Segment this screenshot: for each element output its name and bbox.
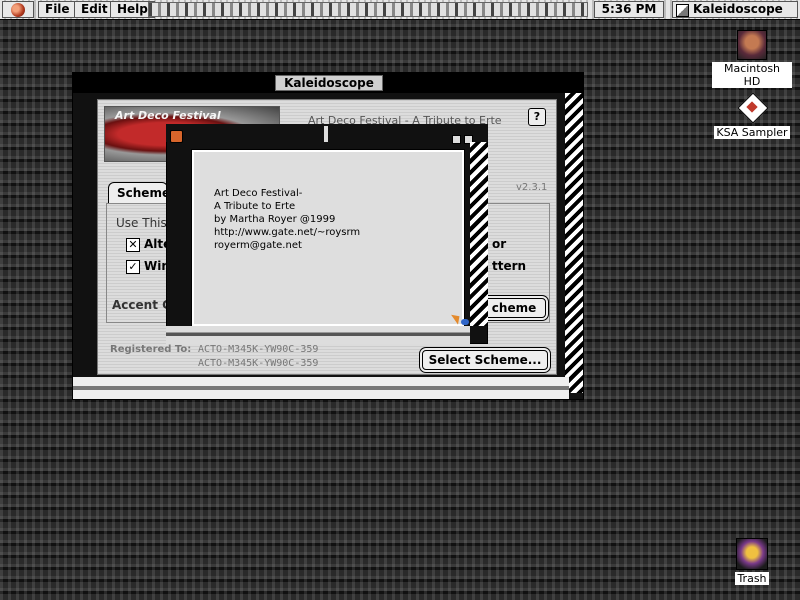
version-label: v2.3.1 xyxy=(516,182,548,193)
window-bottom-frame xyxy=(73,377,569,399)
about-title-bar[interactable] xyxy=(166,124,488,144)
tab-scheme[interactable]: Scheme xyxy=(108,182,170,204)
trash-icon xyxy=(736,538,768,570)
banner-text: Art Deco Festival xyxy=(115,109,221,122)
about-line-email: royerm@gate.net xyxy=(214,240,302,251)
menu-bar: File Edit Help 5:36 PM Kaleidoscope xyxy=(0,0,800,20)
desktop-icon-label: KSA Sampler xyxy=(714,126,790,139)
application-menu[interactable]: Kaleidoscope xyxy=(672,1,798,18)
menubar-clock[interactable]: 5:36 PM xyxy=(594,1,664,18)
checkbox-alternate[interactable]: ✕ xyxy=(126,238,140,252)
menu-file[interactable]: File xyxy=(38,1,77,18)
drag-handle[interactable] xyxy=(324,126,328,142)
application-icon xyxy=(676,4,689,17)
desktop-icon-trash[interactable]: Trash xyxy=(712,538,792,585)
scheme-button[interactable]: cheme xyxy=(482,298,546,318)
zoom-box-icon[interactable] xyxy=(452,135,461,144)
cursor-accent xyxy=(461,319,469,325)
checkbox-window[interactable]: ✓ xyxy=(126,260,140,274)
about-dialog: Art Deco Festival- A Tribute to Erte by … xyxy=(166,124,488,344)
about-line-title: Art Deco Festival- xyxy=(214,188,303,199)
about-line-author: by Martha Royer @1999 xyxy=(214,214,336,225)
desktop-icon-macintosh-hd[interactable]: Macintosh HD xyxy=(712,30,792,88)
option-label-pattern: ttern xyxy=(492,259,527,273)
accent-color-label: Accent C xyxy=(112,298,171,312)
apple-menu[interactable] xyxy=(2,1,34,18)
desktop-icon-label: Trash xyxy=(735,572,769,585)
menubar-decoration xyxy=(148,2,588,17)
select-scheme-button[interactable]: Select Scheme... xyxy=(422,350,548,370)
registration-code-2: ACTO-M345K-YW90C-359 xyxy=(198,358,319,369)
application-name: Kaleidoscope xyxy=(693,2,783,16)
close-box-icon[interactable] xyxy=(170,130,183,143)
dialog-bottom-frame xyxy=(166,326,470,344)
window-title: Kaleidoscope xyxy=(275,75,383,91)
use-this-label: Use This xyxy=(116,216,167,230)
about-line-subtitle: A Tribute to Erte xyxy=(214,201,296,212)
desktop-icon-label: Macintosh HD xyxy=(712,62,792,88)
window-title-bar[interactable]: Kaleidoscope xyxy=(73,73,583,93)
dialog-frame-decoration xyxy=(470,142,488,326)
option-label-color: or xyxy=(492,237,507,251)
desktop-icon-ksa-sampler[interactable]: KSA Sampler xyxy=(712,94,792,139)
about-line-url: http://www.gate.net/~roysrm xyxy=(214,227,361,238)
apple-icon xyxy=(11,2,25,17)
help-button[interactable]: ? xyxy=(528,108,546,126)
sampler-icon xyxy=(737,94,767,124)
about-content: Art Deco Festival- A Tribute to Erte by … xyxy=(191,149,465,327)
hard-disk-icon xyxy=(737,30,767,60)
menu-edit[interactable]: Edit xyxy=(74,1,115,18)
registration-code-1: ACTO-M345K-YW90C-359 xyxy=(198,344,319,355)
window-frame-decoration xyxy=(565,93,583,393)
registered-to-label: Registered To: xyxy=(110,344,192,355)
